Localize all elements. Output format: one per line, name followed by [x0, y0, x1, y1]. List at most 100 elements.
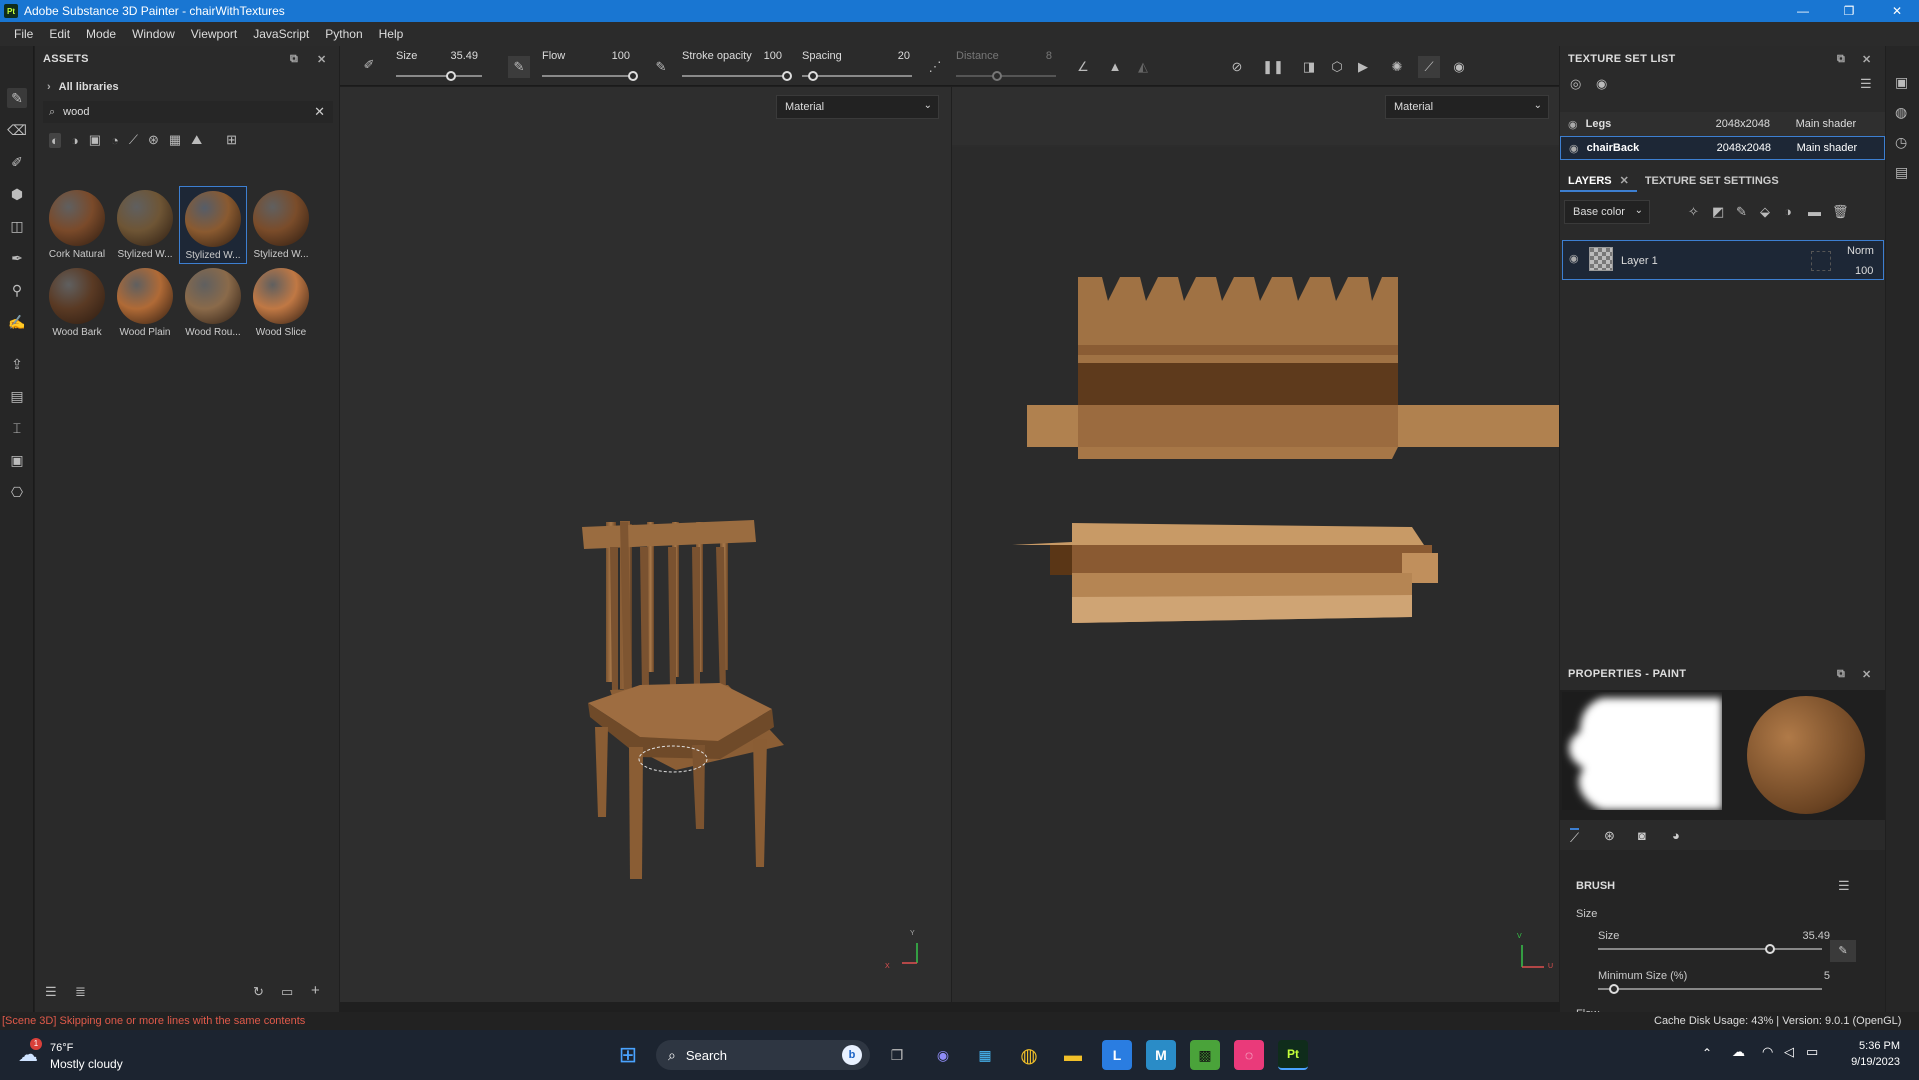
- min-size-knob[interactable]: [1608, 984, 1619, 994]
- brush-size-knob[interactable]: [1764, 944, 1775, 954]
- min-size-slider[interactable]: [1598, 984, 1822, 994]
- environment-filter-icon[interactable]: ⛰: [191, 132, 202, 148]
- eraser-icon[interactable]: ⌫: [7, 120, 27, 140]
- maya-icon[interactable]: M: [1146, 1040, 1176, 1070]
- camera-icon[interactable]: ▶: [1352, 56, 1374, 78]
- symmetry-off-icon[interactable]: ◭: [1132, 56, 1154, 78]
- refresh-icon[interactable]: ↻: [253, 984, 264, 1000]
- menu-python[interactable]: Python: [317, 27, 370, 41]
- list-view-icon[interactable]: ☰: [45, 984, 57, 1000]
- layer-mask-slot[interactable]: [1811, 251, 1831, 271]
- stroke-opacity-slider[interactable]: [682, 71, 792, 81]
- close-panel-icon[interactable]: ✕: [317, 53, 327, 66]
- display-settings-icon[interactable]: ▣: [1895, 74, 1908, 91]
- file-explorer-icon[interactable]: ▬: [1058, 1040, 1088, 1070]
- substance-painter-icon[interactable]: Pt: [1278, 1040, 1308, 1070]
- battery-icon[interactable]: ▭: [1806, 1044, 1818, 1060]
- visibility-eye-icon[interactable]: ◉: [1568, 118, 1578, 131]
- paint-brush-icon[interactable]: ✎: [7, 88, 27, 108]
- spacing-value[interactable]: 20: [880, 50, 910, 62]
- close-panel-icon[interactable]: ✕: [1862, 668, 1872, 681]
- 3d-view-icon[interactable]: ⬡: [1326, 56, 1348, 78]
- material-tile[interactable]: Cork Natural: [43, 186, 111, 264]
- screenshot-icon[interactable]: ◉: [1448, 56, 1470, 78]
- size-slider[interactable]: [396, 71, 482, 81]
- layer-visibility-eye-icon[interactable]: ◉: [1569, 252, 1579, 265]
- add-mask-icon[interactable]: ◩: [1712, 204, 1724, 220]
- clock-date[interactable]: 9/19/2023: [1840, 1056, 1900, 1068]
- split-view-icon[interactable]: ◨: [1298, 56, 1320, 78]
- chrome-icon[interactable]: ◍: [1014, 1040, 1044, 1070]
- smudge-icon[interactable]: ✒: [7, 248, 27, 268]
- alpha-filter-icon[interactable]: ⊛: [148, 132, 159, 148]
- spacing-slider-knob[interactable]: [808, 71, 818, 81]
- float-panel-icon[interactable]: ⧉: [1837, 668, 1845, 681]
- asset-search-field[interactable]: ⌕ wood ✕: [43, 101, 333, 123]
- measure-icon[interactable]: ⌶: [7, 418, 27, 438]
- close-panel-icon[interactable]: ✕: [1862, 53, 1872, 66]
- brush-tab-icon[interactable]: ⟋: [1570, 828, 1580, 846]
- size-pressure-icon[interactable]: ✎: [508, 56, 530, 78]
- material-tile[interactable]: Stylized W...: [111, 186, 179, 264]
- shelf-icon[interactable]: ▣: [7, 450, 27, 470]
- weather-widget[interactable]: ☁ 1 76°F Mostly cloudy: [16, 1038, 156, 1072]
- brush-size-slider[interactable]: [1598, 944, 1822, 954]
- brush-filter-icon[interactable]: ⟋: [129, 132, 138, 148]
- material-tile[interactable]: Wood Bark: [43, 264, 111, 342]
- clock-time[interactable]: 5:36 PM: [1840, 1040, 1900, 1052]
- angle-icon[interactable]: ∠: [1072, 56, 1094, 78]
- visibility-eye-icon[interactable]: ◉: [1569, 142, 1579, 155]
- onedrive-icon[interactable]: ☁: [1732, 1044, 1745, 1060]
- geometry-fill-icon[interactable]: ⬢: [7, 184, 27, 204]
- clear-search-icon[interactable]: ✕: [314, 104, 325, 120]
- close-window-button[interactable]: ✕: [1877, 0, 1917, 22]
- add-folder-icon[interactable]: ▬: [1808, 204, 1821, 219]
- smart-mask-filter-icon[interactable]: ◔: [111, 133, 119, 148]
- flow-slider[interactable]: [542, 71, 638, 81]
- tab-texture-set-settings[interactable]: TEXTURE SET SETTINGS: [1637, 175, 1787, 187]
- polygon-fill-icon[interactable]: ◫: [7, 216, 27, 236]
- mask-filter-icon[interactable]: ▣: [89, 132, 101, 148]
- size-slider-knob[interactable]: [446, 71, 456, 81]
- tab-layers[interactable]: LAYERS ✕: [1560, 170, 1637, 192]
- menu-window[interactable]: Window: [124, 27, 183, 41]
- teams-icon[interactable]: ◉: [928, 1040, 958, 1070]
- taskbar-search[interactable]: ⌕ Search b: [656, 1040, 870, 1070]
- brush-size-value[interactable]: 35.49: [1784, 930, 1830, 942]
- library-breadcrumb[interactable]: › All libraries: [43, 76, 333, 98]
- material-tile[interactable]: Wood Plain: [111, 264, 179, 342]
- minecraft-icon[interactable]: ▩: [1190, 1040, 1220, 1070]
- distance-slider-knob[interactable]: [992, 71, 1002, 81]
- stroke-opacity-value[interactable]: 100: [750, 50, 782, 62]
- distance-value[interactable]: 8: [1020, 50, 1052, 62]
- material-tab-icon[interactable]: ◕: [1672, 828, 1680, 843]
- flow-pressure-icon[interactable]: ✎: [650, 56, 672, 78]
- menu-help[interactable]: Help: [371, 27, 412, 41]
- flow-slider-knob[interactable]: [628, 71, 638, 81]
- pause-icon[interactable]: ❚❚: [1262, 56, 1284, 78]
- eye-icon[interactable]: ◉: [1596, 76, 1607, 92]
- smart-material-filter-icon[interactable]: ◑: [71, 133, 79, 148]
- size-value[interactable]: 35.49: [440, 50, 478, 62]
- clone-icon[interactable]: ⚲: [7, 280, 27, 300]
- hide-icon[interactable]: ⊘: [1226, 56, 1248, 78]
- texture-set-menu-icon[interactable]: ☰: [1860, 76, 1872, 92]
- add-fill-layer-icon[interactable]: ⬙: [1760, 204, 1770, 220]
- add-asset-icon[interactable]: +: [311, 982, 320, 999]
- log-icon[interactable]: ▤: [1895, 164, 1908, 181]
- hide-all-icon[interactable]: ◎: [1570, 76, 1581, 92]
- texture-filter-icon[interactable]: ▦: [169, 132, 181, 148]
- details-view-icon[interactable]: ≣: [75, 984, 86, 1000]
- display-icon[interactable]: ⎔: [7, 482, 27, 502]
- windows-start-icon[interactable]: ⊞: [613, 1040, 643, 1070]
- material-tile[interactable]: Wood Slice: [247, 264, 315, 342]
- layer-opacity[interactable]: 100: [1855, 265, 1873, 277]
- material-tile[interactable]: Stylized W...: [247, 186, 315, 264]
- restore-button[interactable]: ❐: [1829, 0, 1869, 22]
- spacing-slider[interactable]: [802, 71, 912, 81]
- texture-set-row[interactable]: ◉ Legs 2048x2048 Main shader: [1560, 112, 1885, 136]
- size-pressure-icon[interactable]: ✎: [1830, 940, 1856, 962]
- float-panel-icon[interactable]: ⧉: [1837, 53, 1845, 66]
- distance-slider[interactable]: [956, 71, 1056, 81]
- paint-mode-icon[interactable]: ⟋: [1418, 56, 1440, 78]
